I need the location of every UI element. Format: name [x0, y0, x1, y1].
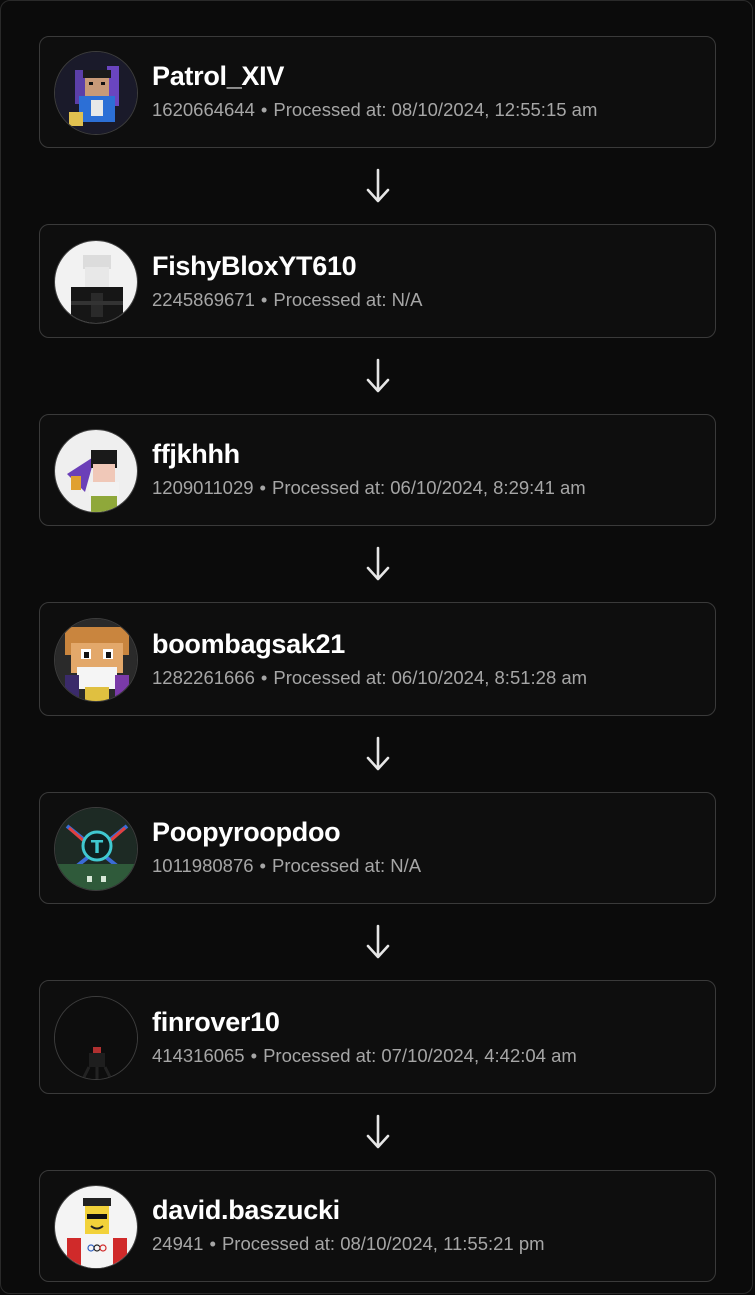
username: boombagsak21	[152, 629, 345, 659]
user-id: 1620664644	[152, 99, 255, 120]
separator-dot: •	[260, 99, 268, 120]
processed-time: 08/10/2024, 12:55:15 am	[391, 99, 598, 120]
username: FishyBloxYT610	[152, 251, 357, 281]
user-meta: 24941 • Processed at: 08/10/2024, 11:55:21…	[152, 1233, 545, 1255]
processed-label: Processed at:	[273, 289, 387, 310]
user-chain-list: Patrol_XIV 1620664644 • Processed at: 08/1…	[39, 36, 716, 1282]
username: Poopyroopdoo	[152, 817, 341, 847]
user-card[interactable]: ffjkhhh 1209011029 • Processed at: 06/10/2…	[39, 414, 716, 526]
processed-time: 06/10/2024, 8:29:41 am	[390, 477, 586, 498]
user-meta: 414316065 • Processed at: 07/10/2024, 4:42…	[152, 1045, 577, 1067]
processed-time: 07/10/2024, 4:42:04 am	[381, 1045, 577, 1066]
arrow-down-icon	[39, 716, 716, 792]
processed-label: Processed at:	[263, 1045, 377, 1066]
username: david.baszucki	[152, 1195, 340, 1225]
processed-label: Processed at:	[273, 99, 387, 120]
user-id: 1209011029	[152, 477, 254, 498]
avatar-patrol-icon[interactable]	[54, 51, 138, 135]
user-chain-panel: Patrol_XIV 1620664644 • Processed at: 08/1…	[0, 0, 753, 1294]
user-id: 24941	[152, 1233, 204, 1254]
user-id: 1011980876	[152, 855, 254, 876]
processed-label: Processed at:	[221, 1233, 336, 1254]
username: ffjkhhh	[152, 439, 240, 469]
processed-time: 06/10/2024, 8:51:28 am	[391, 667, 588, 688]
separator-dot: •	[250, 1045, 258, 1066]
user-card[interactable]: T Poopyroopdoo 1011980876 • Processed at: …	[39, 792, 716, 904]
user-meta: 1620664644 • Processed at: 08/10/2024, 12:…	[152, 99, 597, 121]
user-card[interactable]: david.baszucki 24941 • Processed at: 08/10…	[39, 1170, 716, 1282]
user-id: 414316065	[152, 1045, 245, 1066]
processed-time: 08/10/2024, 11:55:21 pm	[340, 1233, 545, 1254]
user-card[interactable]: Patrol_XIV 1620664644 • Processed at: 08/1…	[39, 36, 716, 148]
processed-label: Processed at:	[273, 667, 387, 688]
user-meta: 1282261666 • Processed at: 06/10/2024, 8:5…	[152, 667, 587, 689]
separator-dot: •	[259, 855, 266, 876]
user-card[interactable]: finrover10 414316065 • Processed at: 07/10…	[39, 980, 716, 1094]
user-meta: 1011980876 • Processed at: N/A	[152, 855, 421, 877]
separator-dot: •	[260, 289, 268, 310]
separator-dot: •	[209, 1233, 216, 1254]
separator-dot: •	[259, 477, 266, 498]
avatar-poopy-icon[interactable]: T	[54, 807, 138, 891]
user-meta: 2245869671 • Processed at: N/A	[152, 289, 422, 311]
arrow-down-icon	[39, 148, 716, 224]
username: Patrol_XIV	[152, 61, 285, 91]
separator-dot: •	[260, 667, 268, 688]
user-card[interactable]: boombagsak21 1282261666 • Processed at: 06…	[39, 602, 716, 716]
avatar-david-icon[interactable]	[54, 1185, 138, 1269]
avatar-boombag-icon[interactable]	[54, 618, 138, 702]
avatar-fishy-icon[interactable]	[54, 240, 138, 324]
avatar-ffjkhhh-icon[interactable]	[54, 429, 138, 513]
processed-time: N/A	[391, 289, 423, 310]
user-id: 2245869671	[152, 289, 255, 310]
svg-text:T: T	[91, 837, 104, 858]
arrow-down-icon	[39, 904, 716, 980]
arrow-down-icon	[39, 1094, 716, 1170]
user-meta: 1209011029 • Processed at: 06/10/2024, 8:2…	[152, 477, 586, 499]
processed-label: Processed at:	[272, 477, 386, 498]
arrow-down-icon	[39, 526, 716, 602]
username: finrover10	[152, 1007, 280, 1037]
processed-time: N/A	[390, 855, 422, 876]
processed-label: Processed at:	[272, 855, 386, 876]
arrow-down-icon	[39, 338, 716, 414]
user-card[interactable]: FishyBloxYT610 2245869671 • Processed at: …	[39, 224, 716, 338]
avatar-finrover-icon[interactable]	[54, 996, 138, 1080]
user-id: 1282261666	[152, 667, 255, 688]
